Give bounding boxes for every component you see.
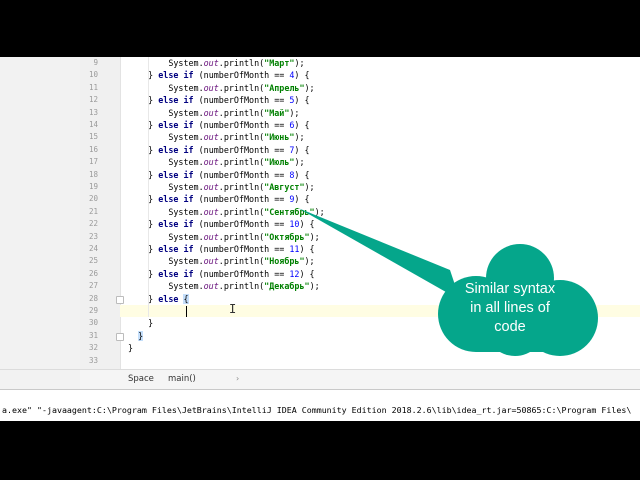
callout-line-3: code [494, 319, 526, 335]
callout-line-2: in all lines of [470, 300, 550, 316]
callout-overlay [298, 208, 598, 356]
callout-line-1: Similar syntax [464, 281, 556, 297]
callout-text: Similar syntax in all lines of code [440, 280, 580, 337]
callout-pointer [298, 208, 460, 300]
